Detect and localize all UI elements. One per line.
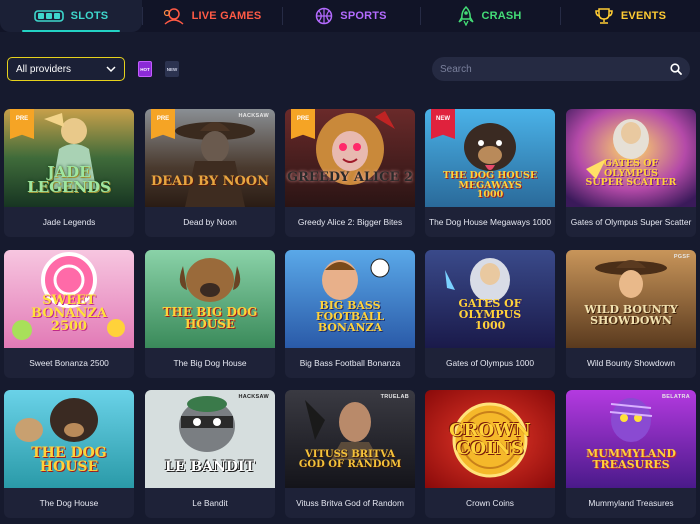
game-thumbnail[interactable]: JADE LEGENDS PRE: [4, 109, 134, 207]
provider-logo: TRUELAB: [380, 394, 409, 400]
game-thumbnail[interactable]: GATES OF OLYMPUS SUPER SCATTER: [566, 109, 696, 207]
search-bar: [432, 57, 690, 81]
hot-filter-label: HOT: [140, 66, 150, 72]
tab-label: EVENTS: [620, 10, 667, 22]
game-title: Jade Legends: [42, 217, 96, 227]
game-thumbnail[interactable]: LE BANDIT HACKSAW: [145, 390, 275, 488]
provider-logo: HACKSAW: [238, 394, 269, 400]
game-logo: DEAD BY NOON: [150, 174, 270, 189]
game-title: Vituss Britva God of Random: [296, 498, 404, 508]
game-card-le-bandit[interactable]: LE BANDIT HACKSAW Le Bandit: [145, 390, 275, 518]
game-card-dog-house-megaways-1000[interactable]: THE DOG HOUSE MEGAWAYS 1000 NEW The Dog …: [425, 109, 555, 237]
game-card-wild-bounty-showdown[interactable]: WILD BOUNTY SHOWDOWN PGSF Wild Bounty Sh…: [566, 250, 696, 378]
new-filter-label: NEW: [166, 66, 178, 72]
game-logo: SWEET BONANZA 2500: [31, 293, 107, 334]
game-thumbnail[interactable]: SWEET BONANZA 2500: [4, 250, 134, 348]
tab-label: LIVE GAMES: [191, 10, 262, 22]
game-title: Wild Bounty Showdown: [587, 358, 675, 368]
game-logo: JADE LEGENDS: [27, 163, 111, 196]
tab-crash[interactable]: CRASH: [420, 0, 560, 32]
game-title: Gates of Olympus 1000: [446, 358, 534, 368]
game-title: Greedy Alice 2: Bigger Bites: [297, 217, 403, 227]
tab-live-games[interactable]: LIVE GAMES: [142, 0, 282, 32]
hot-filter-chip[interactable]: HOT: [138, 61, 152, 77]
game-title: Mummyland Treasures: [588, 498, 674, 508]
tab-slots[interactable]: SLOTS: [0, 0, 142, 32]
tab-label: SPORTS: [340, 10, 387, 22]
provider-logo: HACKSAW: [238, 113, 269, 119]
pre-badge: PRE: [10, 109, 34, 139]
game-title: Gates of Olympus Super Scatter: [570, 217, 692, 227]
game-thumbnail[interactable]: BIG BASS FOOTBALL BONANZA: [285, 250, 415, 348]
game-thumbnail[interactable]: CROWN COINS: [425, 390, 555, 488]
tab-sports[interactable]: SPORTS: [282, 0, 420, 32]
game-logo: THE BIG DOG HOUSE: [162, 305, 258, 331]
game-card-gates-olympus-1000[interactable]: GATES OF OLYMPUS 1000 Gates of Olympus 1…: [425, 250, 555, 378]
game-title: The Big Dog House: [173, 358, 247, 368]
pre-badge: PRE: [291, 109, 315, 139]
game-title: Big Bass Football Bonanza: [299, 358, 401, 368]
game-card-dog-house[interactable]: THE DOG HOUSE The Dog House: [4, 390, 134, 518]
game-card-crown-coins[interactable]: CROWN COINS Crown Coins: [425, 390, 555, 518]
provider-logo: BELATRA: [662, 394, 690, 400]
rocket-icon: [458, 6, 474, 26]
tab-label: SLOTS: [70, 10, 109, 22]
game-thumbnail[interactable]: GREEDY ALICE 2 PRE: [285, 109, 415, 207]
game-card-big-bass-football[interactable]: BIG BASS FOOTBALL BONANZA Big Bass Footb…: [285, 250, 415, 378]
game-card-greedy-alice-2[interactable]: GREEDY ALICE 2 PRE Greedy Alice 2: Bigge…: [285, 109, 415, 237]
chevron-down-icon: [106, 66, 116, 73]
game-title: Crown Coins: [466, 498, 514, 508]
search-input[interactable]: [440, 63, 670, 75]
game-logo: MUMMYLAND TREASURES: [586, 447, 676, 471]
game-logo: LE BANDIT: [165, 459, 255, 475]
trophy-icon: [595, 8, 613, 24]
game-logo: THE DOG HOUSE: [31, 445, 107, 475]
game-logo: VITUSS BRITVA GOD OF RANDOM: [298, 449, 402, 470]
game-title: Sweet Bonanza 2500: [29, 358, 109, 368]
game-title: Dead by Noon: [183, 217, 237, 227]
game-card-gates-olympus-super-scatter[interactable]: GATES OF OLYMPUS SUPER SCATTER Gates of …: [566, 109, 696, 237]
game-logo: WILD BOUNTY SHOWDOWN: [584, 303, 678, 327]
game-title: Le Bandit: [192, 498, 228, 508]
game-card-sweet-bonanza-2500[interactable]: SWEET BONANZA 2500 Sweet Bonanza 2500: [4, 250, 134, 378]
game-thumbnail[interactable]: GATES OF OLYMPUS 1000: [425, 250, 555, 348]
game-card-jade-legends[interactable]: JADE LEGENDS PRE Jade Legends: [4, 109, 134, 237]
game-logo: BIG BASS FOOTBALL BONANZA: [315, 299, 385, 334]
game-title: The Dog House: [39, 498, 99, 508]
search-icon[interactable]: [670, 63, 682, 75]
game-thumbnail[interactable]: VITUSS BRITVA GOD OF RANDOM TRUELAB: [285, 390, 415, 488]
game-thumbnail[interactable]: THE DOG HOUSE MEGAWAYS 1000 NEW: [425, 109, 555, 207]
game-thumbnail[interactable]: WILD BOUNTY SHOWDOWN PGSF: [566, 250, 696, 348]
game-card-big-dog-house[interactable]: THE BIG DOG HOUSE The Big Dog House: [145, 250, 275, 378]
tab-events[interactable]: EVENTS: [560, 0, 700, 32]
game-card-vituss-britva[interactable]: VITUSS BRITVA GOD OF RANDOM TRUELAB Vitu…: [285, 390, 415, 518]
category-tabs: SLOTS LIVE GAMES SPORTS CRASH EVENTS: [0, 0, 700, 32]
new-badge: NEW: [431, 109, 455, 139]
game-logo: GREEDY ALICE 2: [287, 170, 413, 185]
game-thumbnail[interactable]: THE BIG DOG HOUSE: [145, 250, 275, 348]
tab-label: CRASH: [481, 10, 522, 22]
game-thumbnail[interactable]: DEAD BY NOON PRE HACKSAW: [145, 109, 275, 207]
pre-badge: PRE: [151, 109, 175, 139]
new-filter-chip[interactable]: NEW: [165, 61, 179, 77]
game-thumbnail[interactable]: THE DOG HOUSE: [4, 390, 134, 488]
game-logo: GATES OF OLYMPUS 1000: [458, 297, 522, 332]
provider-select[interactable]: All providers: [7, 57, 125, 81]
game-card-dead-by-noon[interactable]: DEAD BY NOON PRE HACKSAW Dead by Noon: [145, 109, 275, 237]
game-logo: THE DOG HOUSE MEGAWAYS 1000: [442, 170, 538, 200]
game-logo: GATES OF OLYMPUS SUPER SCATTER: [585, 158, 677, 188]
provider-select-value: All providers: [16, 63, 72, 75]
game-logo: CROWN COINS: [449, 420, 531, 459]
game-card-mummyland-treasures[interactable]: MUMMYLAND TREASURES BELATRA Mummyland Tr…: [566, 390, 696, 518]
live-dealer-icon: [163, 8, 184, 25]
game-thumbnail[interactable]: MUMMYLAND TREASURES BELATRA: [566, 390, 696, 488]
game-title: The Dog House Megaways 1000: [429, 217, 551, 227]
slot-machine-icon: [33, 10, 64, 22]
provider-logo: PGSF: [673, 254, 690, 260]
basketball-icon: [316, 7, 333, 25]
